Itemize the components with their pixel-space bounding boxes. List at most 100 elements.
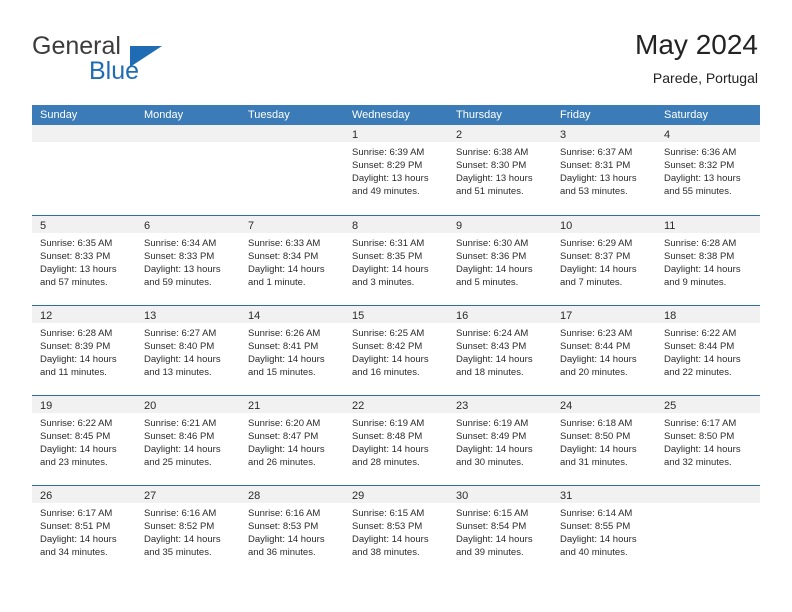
calendar-day-cell[interactable]: 7 Sunrise: 6:33 AM Sunset: 8:34 PM Daylight… xyxy=(240,216,344,305)
calendar-day-cell[interactable]: 1 Sunrise: 6:39 AM Sunset: 8:29 PM Daylight… xyxy=(344,125,448,215)
sunset-text: Sunset: 8:53 PM xyxy=(352,521,423,532)
day-details: Sunrise: 6:28 AM Sunset: 8:38 PM Daylight:… xyxy=(656,233,760,289)
day-number: 25 xyxy=(664,400,677,412)
sunrise-text: Sunrise: 6:16 AM xyxy=(144,508,217,519)
calendar-day-cell[interactable]: 6 Sunrise: 6:34 AM Sunset: 8:33 PM Daylight… xyxy=(136,216,240,305)
daylight-text-line1: Daylight: 14 hours xyxy=(560,534,637,545)
day-details: Sunrise: 6:35 AM Sunset: 8:33 PM Daylight:… xyxy=(32,233,136,289)
day-number: 7 xyxy=(248,220,255,232)
calendar-day-cell[interactable]: 3 Sunrise: 6:37 AM Sunset: 8:31 PM Daylight… xyxy=(552,125,656,215)
calendar-day-cell-empty xyxy=(32,125,136,215)
daylight-text-line2: and 39 minutes. xyxy=(456,547,524,558)
calendar-day-cell[interactable]: 18 Sunrise: 6:22 AM Sunset: 8:44 PM Dayligh… xyxy=(656,306,760,395)
daylight-text-line2: and 5 minutes. xyxy=(456,277,519,288)
day-number-band: 23 xyxy=(448,396,552,413)
calendar-day-cell[interactable]: 17 Sunrise: 6:23 AM Sunset: 8:44 PM Dayligh… xyxy=(552,306,656,395)
calendar-week-row: 19 Sunrise: 6:22 AM Sunset: 8:45 PM Dayligh… xyxy=(32,395,760,485)
calendar-day-cell[interactable]: 25 Sunrise: 6:17 AM Sunset: 8:50 PM Dayligh… xyxy=(656,396,760,485)
calendar-day-cell[interactable]: 19 Sunrise: 6:22 AM Sunset: 8:45 PM Dayligh… xyxy=(32,396,136,485)
daylight-text-line1: Daylight: 14 hours xyxy=(456,534,533,545)
day-number: 13 xyxy=(144,310,157,322)
daylight-text-line1: Daylight: 13 hours xyxy=(352,173,429,184)
sunrise-text: Sunrise: 6:27 AM xyxy=(144,328,217,339)
sunrise-text: Sunrise: 6:22 AM xyxy=(40,418,113,429)
day-details: Sunrise: 6:27 AM Sunset: 8:40 PM Daylight:… xyxy=(136,323,240,379)
calendar-day-cell[interactable]: 26 Sunrise: 6:17 AM Sunset: 8:51 PM Dayligh… xyxy=(32,486,136,575)
calendar-day-cell[interactable]: 22 Sunrise: 6:19 AM Sunset: 8:48 PM Dayligh… xyxy=(344,396,448,485)
daylight-text-line2: and 28 minutes. xyxy=(352,457,420,468)
calendar-day-cell-empty xyxy=(136,125,240,215)
calendar-day-cell[interactable]: 10 Sunrise: 6:29 AM Sunset: 8:37 PM Dayligh… xyxy=(552,216,656,305)
day-details: Sunrise: 6:19 AM Sunset: 8:48 PM Daylight:… xyxy=(344,413,448,469)
daylight-text-line2: and 30 minutes. xyxy=(456,457,524,468)
calendar-day-cell[interactable]: 15 Sunrise: 6:25 AM Sunset: 8:42 PM Dayligh… xyxy=(344,306,448,395)
daylight-text-line1: Daylight: 14 hours xyxy=(144,534,221,545)
day-number-band: 8 xyxy=(344,216,448,233)
daylight-text-line2: and 16 minutes. xyxy=(352,367,420,378)
day-number-band: 17 xyxy=(552,306,656,323)
calendar-day-cell[interactable]: 20 Sunrise: 6:21 AM Sunset: 8:46 PM Dayligh… xyxy=(136,396,240,485)
calendar-day-cell[interactable]: 21 Sunrise: 6:20 AM Sunset: 8:47 PM Dayligh… xyxy=(240,396,344,485)
day-number-band: 2 xyxy=(448,125,552,142)
calendar-day-cell[interactable]: 16 Sunrise: 6:24 AM Sunset: 8:43 PM Dayligh… xyxy=(448,306,552,395)
calendar-day-cell[interactable]: 12 Sunrise: 6:28 AM Sunset: 8:39 PM Dayligh… xyxy=(32,306,136,395)
day-details: Sunrise: 6:14 AM Sunset: 8:55 PM Daylight:… xyxy=(552,503,656,559)
sunrise-text: Sunrise: 6:16 AM xyxy=(248,508,321,519)
daylight-text-line1: Daylight: 14 hours xyxy=(352,264,429,275)
calendar-day-cell[interactable]: 28 Sunrise: 6:16 AM Sunset: 8:53 PM Dayligh… xyxy=(240,486,344,575)
daylight-text-line2: and 36 minutes. xyxy=(248,547,316,558)
calendar-day-cell[interactable]: 13 Sunrise: 6:27 AM Sunset: 8:40 PM Dayligh… xyxy=(136,306,240,395)
day-number-band: 30 xyxy=(448,486,552,503)
sunset-text: Sunset: 8:30 PM xyxy=(456,160,527,171)
weekday-header-wednesday: Wednesday xyxy=(352,109,410,121)
sunrise-text: Sunrise: 6:21 AM xyxy=(144,418,217,429)
daylight-text-line1: Daylight: 13 hours xyxy=(664,173,741,184)
day-number: 31 xyxy=(560,490,573,502)
calendar-day-cell[interactable]: 11 Sunrise: 6:28 AM Sunset: 8:38 PM Dayligh… xyxy=(656,216,760,305)
sunset-text: Sunset: 8:41 PM xyxy=(248,341,319,352)
daylight-text-line1: Daylight: 14 hours xyxy=(456,354,533,365)
sunrise-text: Sunrise: 6:19 AM xyxy=(352,418,425,429)
day-number-band: 31 xyxy=(552,486,656,503)
calendar-week-row: 26 Sunrise: 6:17 AM Sunset: 8:51 PM Dayligh… xyxy=(32,485,760,575)
calendar-day-cell[interactable]: 31 Sunrise: 6:14 AM Sunset: 8:55 PM Dayligh… xyxy=(552,486,656,575)
sunset-text: Sunset: 8:51 PM xyxy=(40,521,111,532)
daylight-text-line2: and 15 minutes. xyxy=(248,367,316,378)
day-number: 21 xyxy=(248,400,261,412)
brand-logo[interactable]: General Blue xyxy=(32,34,232,94)
daylight-text-line1: Daylight: 14 hours xyxy=(40,444,117,455)
weekday-header-thursday: Thursday xyxy=(456,109,502,121)
calendar-day-cell[interactable]: 29 Sunrise: 6:15 AM Sunset: 8:53 PM Dayligh… xyxy=(344,486,448,575)
sunset-text: Sunset: 8:44 PM xyxy=(560,341,631,352)
daylight-text-line2: and 26 minutes. xyxy=(248,457,316,468)
page-title: May 2024 xyxy=(635,29,758,60)
day-number: 29 xyxy=(352,490,365,502)
daylight-text-line1: Daylight: 14 hours xyxy=(144,444,221,455)
daylight-text-line1: Daylight: 13 hours xyxy=(40,264,117,275)
calendar-week-row: 1 Sunrise: 6:39 AM Sunset: 8:29 PM Daylight… xyxy=(32,125,760,215)
day-number-band xyxy=(32,125,136,142)
day-number: 10 xyxy=(560,220,573,232)
sunset-text: Sunset: 8:48 PM xyxy=(352,431,423,442)
sunrise-text: Sunrise: 6:14 AM xyxy=(560,508,633,519)
daylight-text-line2: and 53 minutes. xyxy=(560,186,628,197)
calendar-day-cell[interactable]: 24 Sunrise: 6:18 AM Sunset: 8:50 PM Dayligh… xyxy=(552,396,656,485)
sunrise-text: Sunrise: 6:18 AM xyxy=(560,418,633,429)
calendar-day-cell[interactable]: 9 Sunrise: 6:30 AM Sunset: 8:36 PM Daylight… xyxy=(448,216,552,305)
day-number: 23 xyxy=(456,400,469,412)
daylight-text-line1: Daylight: 14 hours xyxy=(560,264,637,275)
calendar-day-cell[interactable]: 2 Sunrise: 6:38 AM Sunset: 8:30 PM Daylight… xyxy=(448,125,552,215)
day-number: 16 xyxy=(456,310,469,322)
calendar-day-cell[interactable]: 23 Sunrise: 6:19 AM Sunset: 8:49 PM Dayligh… xyxy=(448,396,552,485)
sunrise-text: Sunrise: 6:25 AM xyxy=(352,328,425,339)
calendar-day-cell[interactable]: 30 Sunrise: 6:15 AM Sunset: 8:54 PM Dayligh… xyxy=(448,486,552,575)
sunset-text: Sunset: 8:47 PM xyxy=(248,431,319,442)
calendar-day-cell[interactable]: 8 Sunrise: 6:31 AM Sunset: 8:35 PM Daylight… xyxy=(344,216,448,305)
calendar-day-cell[interactable]: 4 Sunrise: 6:36 AM Sunset: 8:32 PM Daylight… xyxy=(656,125,760,215)
sunset-text: Sunset: 8:44 PM xyxy=(664,341,735,352)
calendar-day-cell[interactable]: 14 Sunrise: 6:26 AM Sunset: 8:41 PM Dayligh… xyxy=(240,306,344,395)
sunset-text: Sunset: 8:40 PM xyxy=(144,341,215,352)
calendar-day-cell[interactable]: 5 Sunrise: 6:35 AM Sunset: 8:33 PM Daylight… xyxy=(32,216,136,305)
daylight-text-line1: Daylight: 13 hours xyxy=(456,173,533,184)
calendar-day-cell[interactable]: 27 Sunrise: 6:16 AM Sunset: 8:52 PM Dayligh… xyxy=(136,486,240,575)
